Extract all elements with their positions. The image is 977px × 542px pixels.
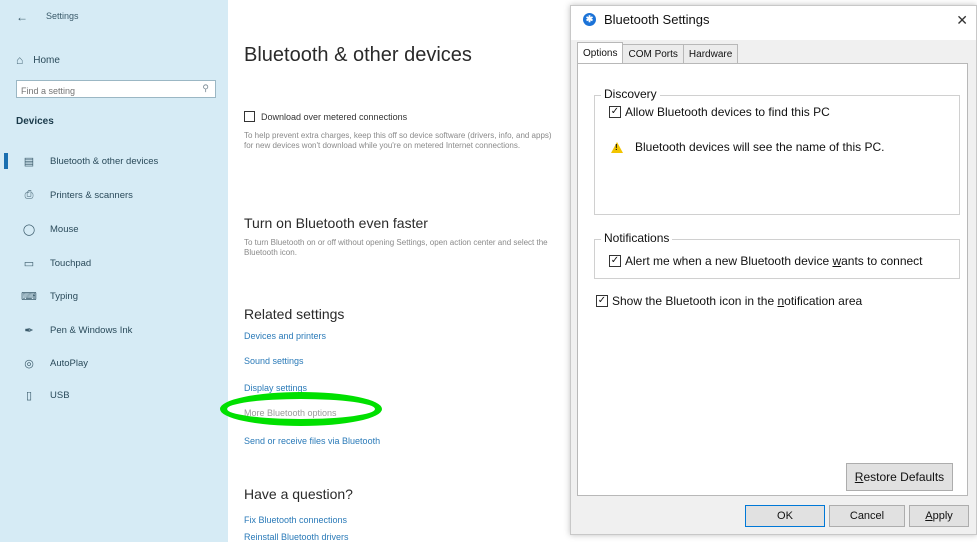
discovery-group: Discovery ✓ Allow Bluetooth devices to f… (594, 87, 960, 215)
show-tray-icon-checkbox[interactable]: ✓ Show the Bluetooth icon in the notific… (596, 294, 862, 308)
autoplay-icon: ◎ (24, 357, 34, 370)
alert-new-device-box[interactable]: ✓ (609, 255, 621, 267)
sidebar-item-typing[interactable]: ⌨ Typing (0, 285, 228, 307)
sidebar-item-autoplay[interactable]: ◎ AutoPlay (0, 352, 228, 374)
alert-new-device-checkbox[interactable]: ✓ Alert me when a new Bluetooth device w… (609, 254, 923, 268)
notifications-legend: Notifications (601, 231, 673, 245)
back-arrow-icon[interactable]: ← (16, 10, 28, 24)
settings-sidebar: ← Settings ⌂ Home ⚲ Devices ▤ Bluetooth … (0, 0, 228, 542)
touchpad-icon: ▭ (23, 257, 35, 270)
sidebar-item-label: Touchpad (50, 257, 92, 269)
faster-description: To turn Bluetooth on or off without open… (244, 238, 548, 257)
ok-button[interactable]: OK (745, 505, 825, 527)
settings-title: Settings (46, 11, 79, 21)
allow-discovery-box[interactable]: ✓ (609, 106, 621, 118)
fix-connections-link[interactable]: Fix Bluetooth connections (244, 515, 347, 525)
home-icon: ⌂ (16, 53, 24, 67)
mouse-icon: ◯ (22, 223, 36, 236)
download-metered-checkbox[interactable]: Download over metered connections (244, 111, 407, 122)
keyboard-icon: ⌨ (21, 290, 37, 303)
home-label: Home (33, 54, 60, 66)
find-setting-search[interactable]: ⚲ (16, 80, 216, 99)
sound-settings-link[interactable]: Sound settings (244, 356, 304, 366)
settings-titlebar: ← Settings (0, 0, 228, 36)
sidebar-item-usb[interactable]: ▯ USB (0, 384, 228, 406)
tab-options[interactable]: Options (577, 42, 624, 63)
alert-new-device-label: Alert me when a new Bluetooth device wan… (625, 254, 923, 268)
notifications-group: Notifications ✓ Alert me when a new Blue… (594, 231, 960, 279)
options-panel: Discovery ✓ Allow Bluetooth devices to f… (577, 63, 968, 496)
related-settings-heading: Related settings (244, 306, 345, 322)
question-heading: Have a question? (244, 486, 353, 502)
bluetooth-settings-dialog: ✱ Bluetooth Settings ✕ Options COM Ports… (570, 5, 977, 535)
allow-discovery-label: Allow Bluetooth devices to find this PC (625, 105, 830, 119)
sidebar-item-label: USB (50, 389, 70, 401)
discovery-warning: Bluetooth devices will see the name of t… (611, 140, 884, 154)
dialog-footer: OK Cancel Apply (571, 502, 976, 534)
search-input[interactable] (17, 83, 196, 99)
sidebar-item-mouse[interactable]: ◯ Mouse (0, 218, 228, 240)
sidebar-item-printers[interactable]: ⎙ Printers & scanners (0, 184, 228, 206)
warning-text: Bluetooth devices will see the name of t… (635, 140, 885, 154)
cancel-button[interactable]: Cancel (829, 505, 905, 527)
sidebar-item-pen[interactable]: ✒ Pen & Windows Ink (0, 319, 228, 341)
download-metered-label: Download over metered connections (261, 111, 408, 122)
printer-icon: ⎙ (24, 188, 34, 201)
show-tray-icon-label: Show the Bluetooth icon in the notificat… (612, 294, 863, 308)
dialog-body: Options COM Ports Hardware Discovery ✓ A… (571, 40, 976, 502)
checkbox-box[interactable] (244, 111, 255, 122)
settings-main: Bluetooth & other devices Download over … (228, 0, 568, 542)
pen-icon: ✒ (24, 324, 34, 337)
download-metered-description: To help prevent extra charges, keep this… (244, 131, 552, 150)
show-tray-icon-box[interactable]: ✓ (596, 295, 608, 307)
section-heading-devices: Devices (16, 116, 54, 127)
active-indicator (4, 153, 8, 169)
close-icon[interactable]: ✕ (956, 12, 968, 29)
devices-printers-link[interactable]: Devices and printers (244, 331, 326, 341)
page-title: Bluetooth & other devices (244, 44, 472, 66)
sidebar-item-touchpad[interactable]: ▭ Touchpad (0, 252, 228, 274)
bluetooth-devices-icon: ▤ (23, 155, 35, 168)
tab-hardware[interactable]: Hardware (682, 44, 739, 63)
sidebar-item-label: Mouse (50, 223, 79, 235)
send-receive-files-link[interactable]: Send or receive files via Bluetooth (244, 436, 380, 446)
allow-discovery-checkbox[interactable]: ✓ Allow Bluetooth devices to find this P… (609, 105, 830, 119)
sidebar-item-label: AutoPlay (50, 357, 89, 369)
apply-button[interactable]: Apply (909, 505, 969, 527)
restore-defaults-button[interactable]: Restore Defaults (846, 463, 953, 491)
reinstall-drivers-link[interactable]: Reinstall Bluetooth drivers (244, 532, 349, 542)
tab-com-ports[interactable]: COM Ports (622, 44, 684, 63)
dialog-title: Bluetooth Settings (604, 12, 710, 27)
sidebar-item-label: Bluetooth & other devices (50, 155, 159, 167)
highlight-oval (220, 392, 382, 426)
bluetooth-icon: ✱ (583, 13, 596, 26)
search-icon: ⚲ (202, 83, 209, 93)
discovery-legend: Discovery (601, 87, 660, 101)
home-link[interactable]: ⌂ Home (16, 50, 60, 70)
sidebar-item-label: Typing (50, 290, 78, 302)
sidebar-item-bluetooth[interactable]: ▤ Bluetooth & other devices (0, 150, 228, 172)
dialog-tabs: Options COM Ports Hardware (577, 42, 739, 64)
sidebar-item-label: Pen & Windows Ink (50, 324, 133, 336)
dialog-titlebar: ✱ Bluetooth Settings (583, 12, 710, 27)
sidebar-item-label: Printers & scanners (50, 189, 133, 201)
usb-icon: ▯ (25, 389, 33, 402)
faster-heading: Turn on Bluetooth even faster (244, 215, 428, 231)
warning-icon (611, 141, 623, 153)
